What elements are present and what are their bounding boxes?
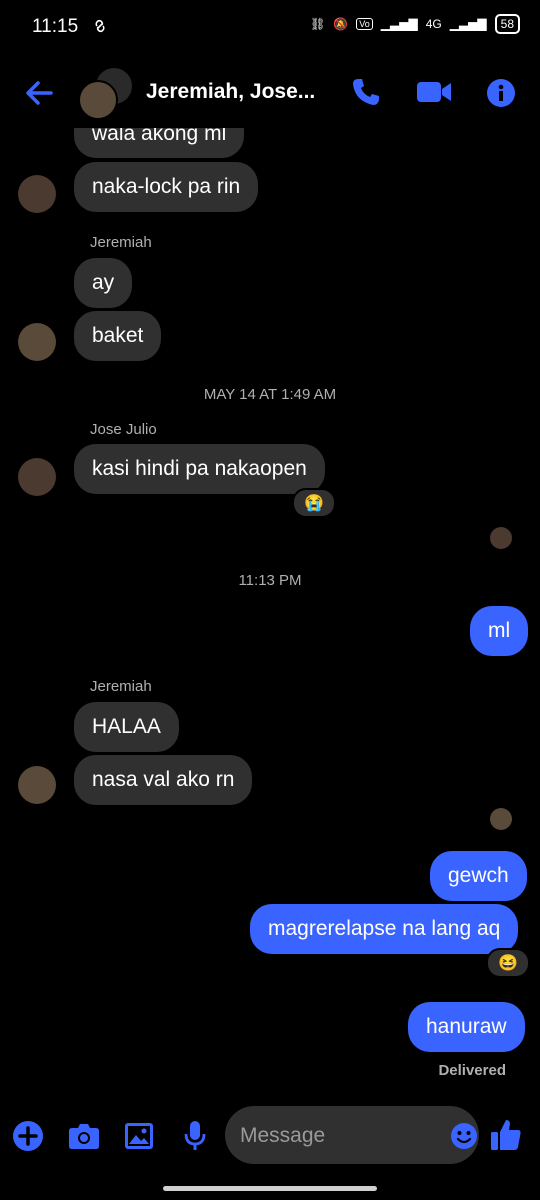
group-avatar[interactable] xyxy=(78,66,134,120)
message-text: baket xyxy=(92,324,144,347)
message-bubble[interactable]: HALAA xyxy=(74,702,179,752)
message-placeholder: Message xyxy=(240,1124,326,1147)
message-text: naka-lock pa rin xyxy=(92,175,241,198)
message-bubble[interactable]: ay xyxy=(74,258,133,308)
message-bubble[interactable]: kasi hindi pa nakaopen xyxy=(74,444,325,494)
message-text: ay xyxy=(92,271,115,294)
home-indicator[interactable] xyxy=(163,1186,377,1191)
reaction-emoji: 😆 xyxy=(498,955,518,972)
read-receipt-avatar xyxy=(490,527,512,549)
message-text: gewch xyxy=(448,864,509,887)
add-icon[interactable] xyxy=(12,1120,44,1152)
mute-icon: 🔕 xyxy=(333,17,349,31)
message-text: kasi hindi pa nakaopen xyxy=(92,457,307,480)
link-icon xyxy=(92,18,108,34)
sender-name: Jose Julio xyxy=(90,421,157,438)
message-bubble[interactable]: hanuraw xyxy=(408,1002,525,1052)
sender-name: Jeremiah xyxy=(90,234,152,251)
conversation-title[interactable]: Jeremiah, Jose... xyxy=(146,80,315,104)
battery-indicator: 58 xyxy=(494,14,520,34)
avatar-jose[interactable] xyxy=(18,458,56,496)
message-text: magrerelapse na lang aq xyxy=(268,917,501,940)
status-time: 11:15 xyxy=(32,16,79,37)
back-arrow-icon[interactable] xyxy=(24,78,54,108)
volte-icon: Vo xyxy=(356,18,373,30)
signal-icon: ▁▃▅▇ xyxy=(449,17,487,31)
message-bubble[interactable]: nasa val ako rn xyxy=(74,755,253,805)
link-icon: ⛓ xyxy=(310,17,326,31)
message-bubble[interactable]: magrerelapse na lang aq xyxy=(250,904,519,954)
avatar-jeremiah[interactable] xyxy=(18,766,56,804)
phone-call-icon[interactable] xyxy=(350,76,382,108)
message-bubble[interactable]: ml xyxy=(470,606,529,656)
emoji-icon[interactable] xyxy=(450,1122,478,1150)
message-bubble[interactable]: baket xyxy=(74,311,162,361)
status-indicators: ⛓ 🔕 Vo ▁▃▅▇ 4G ▁▃▅▇ 58 xyxy=(310,14,520,34)
message-bubble[interactable]: gewch xyxy=(430,851,527,901)
reaction-badge[interactable]: 😭 xyxy=(292,488,336,518)
message-text: nasa val ako rn xyxy=(92,768,235,791)
sender-name: Jeremiah xyxy=(90,678,152,695)
reaction-emoji: 😭 xyxy=(304,495,324,512)
thumbs-up-icon[interactable] xyxy=(490,1118,522,1152)
message-text: HALAA xyxy=(92,715,161,738)
read-receipt-avatar xyxy=(490,808,512,830)
camera-icon[interactable] xyxy=(68,1122,100,1150)
signal-icon: ▁▃▅▇ xyxy=(380,17,418,31)
message-text: wala akong ml xyxy=(92,122,227,145)
reaction-badge[interactable]: 😆 xyxy=(486,948,530,978)
network-type: 4G xyxy=(425,17,442,31)
avatar-jose[interactable] xyxy=(18,175,56,213)
microphone-icon[interactable] xyxy=(183,1120,207,1152)
gallery-icon[interactable] xyxy=(124,1122,154,1150)
message-bubble[interactable]: naka-lock pa rin xyxy=(74,162,259,212)
message-text: ml xyxy=(488,619,511,642)
delivered-status: Delivered xyxy=(438,1062,506,1079)
timestamp: 11:13 PM xyxy=(238,572,302,589)
message-text: hanuraw xyxy=(426,1015,507,1038)
avatar-jeremiah[interactable] xyxy=(18,323,56,361)
info-icon[interactable] xyxy=(486,78,516,108)
timestamp: MAY 14 AT 1:49 AM xyxy=(203,386,337,403)
video-call-icon[interactable] xyxy=(416,80,452,104)
